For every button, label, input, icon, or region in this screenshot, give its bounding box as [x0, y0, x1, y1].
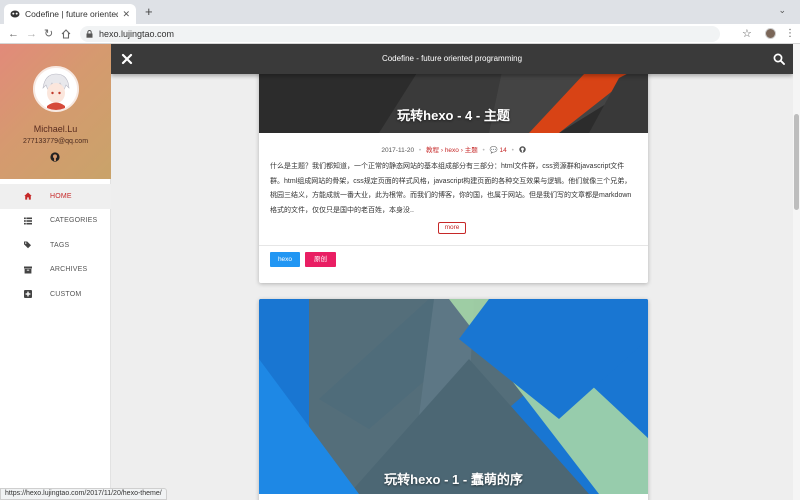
post-title[interactable]: 玩转hexo - 1 - 蠢萌的序	[259, 469, 648, 488]
window-menu-icon[interactable]: ⌄	[778, 5, 786, 16]
archive-icon	[24, 266, 32, 274]
post-card: 玩转hexo - 4 - 主题 2017-11-20 • 教程 › hexo ›…	[259, 44, 648, 283]
author-avatar[interactable]	[33, 66, 79, 112]
post-title[interactable]: 玩转hexo - 4 - 主题	[259, 105, 648, 124]
sidebar-item-custom[interactable]: CUSTOM	[0, 282, 111, 307]
tag-original[interactable]: 原创	[305, 252, 336, 267]
profile-avatar[interactable]	[765, 28, 776, 39]
comment-icon: 💬	[489, 147, 498, 154]
back-icon[interactable]: ←	[8, 26, 19, 42]
home-icon	[24, 192, 32, 200]
sidebar-item-label: CATEGORIES	[50, 217, 98, 225]
sidebar-item-label: ARCHIVES	[50, 266, 88, 274]
post-meta: 2017-11-20 • 教程 › hexo › 主题 • 💬 14 •	[259, 144, 648, 154]
author-name[interactable]: Michael.Lu	[0, 124, 111, 134]
author-email: 277133779@qq.com	[22, 138, 89, 145]
site-header: Codefine - future oriented programming	[111, 44, 793, 74]
sidebar: Michael.Lu 277133779@qq.com HOME CATEGOR…	[0, 44, 111, 500]
search-icon[interactable]	[773, 53, 785, 65]
sidebar-item-categories[interactable]: CATEGORIES	[0, 209, 111, 234]
post-date: 2017-11-20	[381, 147, 415, 154]
sidebar-item-label: TAGS	[50, 241, 70, 249]
sidebar-item-archives[interactable]: ARCHIVES	[0, 258, 111, 283]
post-excerpt: 什么是主题？我们都知道，一个正常的静态网站的基本组成部分有三部分：html文件群…	[270, 163, 632, 214]
sidebar-profile-header: Michael.Lu 277133779@qq.com	[0, 44, 111, 179]
cover-pattern	[259, 299, 648, 494]
github-icon[interactable]	[518, 146, 526, 153]
browser-tab[interactable]: Codefine | future oriented prog ✕	[4, 4, 136, 24]
forward-icon[interactable]: →	[26, 26, 37, 42]
main-content: 玩转hexo - 4 - 主题 2017-11-20 • 教程 › hexo ›…	[111, 44, 793, 500]
post-category-link[interactable]: hexo	[445, 147, 459, 154]
page-scrollbar[interactable]	[793, 44, 800, 500]
tab-favicon-icon	[10, 10, 20, 18]
list-icon	[24, 217, 32, 225]
tags-icon	[24, 241, 31, 249]
new-tab-button[interactable]: +	[145, 5, 153, 19]
browser-tab-strip: Codefine | future oriented prog ✕ + ⌄	[0, 0, 800, 24]
reload-icon[interactable]: ↻	[44, 26, 53, 42]
scrollbar-thumb[interactable]	[794, 114, 799, 210]
lock-icon	[86, 30, 93, 38]
browser-menu-icon[interactable]: ⋮	[785, 27, 795, 41]
github-icon[interactable]	[50, 152, 60, 162]
sidebar-item-label: HOME	[50, 192, 72, 200]
bookmark-star-icon[interactable]: ☆	[742, 27, 752, 41]
read-more-button[interactable]: more	[438, 222, 466, 234]
tab-title: Codefine | future oriented prog	[25, 9, 119, 19]
comment-count[interactable]: 14	[500, 147, 507, 154]
post-cover-image[interactable]: 玩转hexo - 1 - 蠢萌的序	[259, 299, 648, 494]
card-divider	[259, 245, 648, 246]
post-category-link[interactable]: 主题	[465, 147, 478, 154]
site-title[interactable]: Codefine - future oriented programming	[111, 44, 793, 74]
address-bar[interactable]: hexo.lujingtao.com	[80, 26, 720, 42]
address-url: hexo.lujingtao.com	[99, 29, 175, 39]
sidebar-item-label: CUSTOM	[50, 290, 82, 298]
post-category-link[interactable]: 教程	[426, 147, 439, 154]
sidebar-item-tags[interactable]: TAGS	[0, 233, 111, 258]
sidebar-item-home[interactable]: HOME	[0, 184, 111, 209]
plus-square-icon	[24, 290, 32, 299]
home-button-icon[interactable]	[61, 29, 71, 39]
post-card: 玩转hexo - 1 - 蠢萌的序	[259, 299, 648, 500]
browser-toolbar: ← → ↻ hexo.lujingtao.com ☆ ⋮	[0, 24, 800, 44]
status-bar-url: https://hexo.lujingtao.com/2017/11/20/he…	[0, 488, 167, 500]
tag-hexo[interactable]: hexo	[270, 252, 300, 267]
tab-close-icon[interactable]: ✕	[122, 9, 130, 20]
avatar-illustration-icon	[35, 68, 77, 110]
sidebar-menu: HOME CATEGORIES TAGS ARCHIVES CUSTOM	[0, 184, 111, 307]
